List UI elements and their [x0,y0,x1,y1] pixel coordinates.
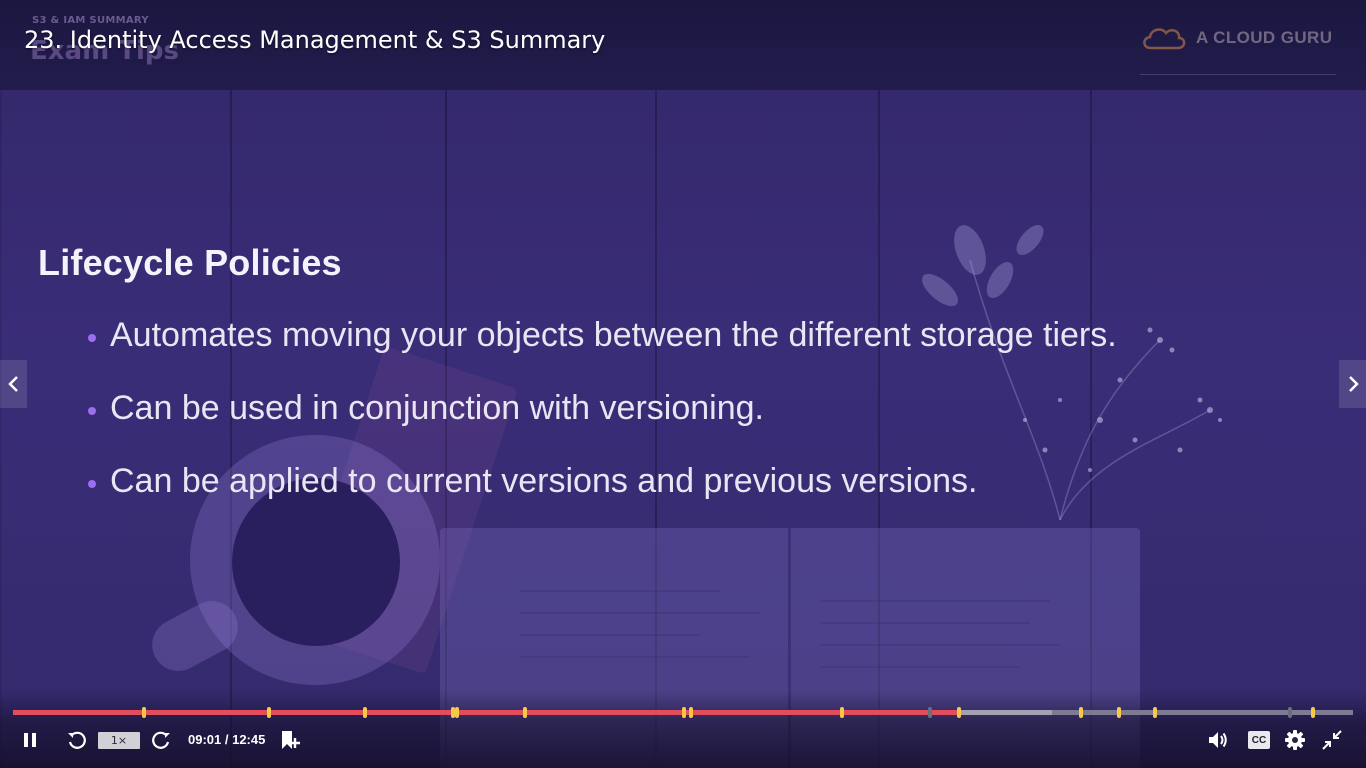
bookmark-marker[interactable] [450,707,455,718]
bullet-text: Automates moving your objects between th… [110,316,1117,354]
slide-bullet: Can be used in conjunction with versioni… [88,389,764,428]
book-text-line [520,634,700,636]
slide-bullet: Can be applied to current versions and p… [88,462,977,501]
next-lecture-button[interactable] [1339,360,1366,408]
time-current: 09:01 [188,732,222,747]
bookmark-marker[interactable] [1078,707,1083,718]
chevron-right-icon [1348,376,1359,392]
slide-title: Lifecycle Policies [38,242,342,283]
pause-button[interactable] [20,728,40,752]
book-text-line [520,656,750,658]
cloud-logo-icon [1143,28,1186,50]
bookmark-marker[interactable] [840,707,845,718]
book-text-line [520,612,760,614]
bookmark-marker[interactable] [522,707,527,718]
exit-fullscreen-icon [1322,730,1342,750]
bullet-dot [88,479,96,488]
time-readout: 09:01 / 12:45 [188,732,265,747]
section-marker[interactable] [1288,707,1293,718]
bullet-text: Can be used in conjunction with versioni… [110,389,764,427]
settings-button[interactable] [1283,728,1307,752]
chevron-left-icon [7,376,18,392]
time-separator: / [221,732,233,747]
brand-name: A CLOUD GURU [1196,28,1333,47]
add-note-button[interactable] [278,728,302,752]
exit-fullscreen-button[interactable] [1320,728,1344,752]
book-text-line [820,622,1030,624]
progress-played [13,710,960,715]
bookmark-marker[interactable] [1152,707,1157,718]
book-text-line [820,666,1020,668]
captions-button[interactable]: CC [1248,731,1270,749]
bookmark-marker[interactable] [1116,707,1121,718]
book-text-line [820,644,1060,646]
background-cup-coffee [232,478,400,646]
brand-logo: A CLOUD GURU [1140,24,1332,52]
bookmark-marker[interactable] [689,707,694,718]
progress-bar[interactable] [13,707,1353,718]
volume-button[interactable] [1206,728,1230,752]
book-text-line [820,600,1050,602]
bookmark-marker[interactable] [142,707,147,718]
playback-speed-button[interactable]: 1× [98,732,140,749]
bookmark-marker[interactable] [957,707,962,718]
previous-lecture-button[interactable] [0,360,27,408]
forward-button[interactable] [149,728,173,752]
book-text-line [520,590,720,592]
bookmark-marker[interactable] [363,707,368,718]
bookmark-marker[interactable] [266,707,271,718]
controls-overlay [0,690,1366,768]
bookmark-marker[interactable] [1310,707,1315,718]
settings-icon [1285,730,1305,750]
add-note-icon [282,731,300,749]
bookmark-marker[interactable] [682,707,687,718]
slide-bullet: Automates moving your objects between th… [88,316,1117,355]
section-marker[interactable] [927,707,932,718]
header-divider [1140,74,1336,75]
time-total: 12:45 [232,732,266,747]
lesson-title: 23. Identity Access Management & S3 Summ… [24,26,606,54]
pause-icon [24,733,36,747]
slide-kicker: S3 & IAM SUMMARY [32,15,149,26]
bullet-dot [88,406,96,415]
bookmark-marker[interactable] [454,707,459,718]
volume-icon [1209,732,1227,748]
wood-plank-line [230,90,232,768]
bullet-dot [88,333,96,342]
forward-5-icon [152,731,170,749]
rewind-5-icon [68,731,86,749]
video-frame[interactable]: S3 & IAM SUMMARY Exam Tips A CLOUD GURU … [0,0,1366,768]
rewind-button[interactable] [65,728,89,752]
bullet-text: Can be applied to current versions and p… [110,462,978,500]
